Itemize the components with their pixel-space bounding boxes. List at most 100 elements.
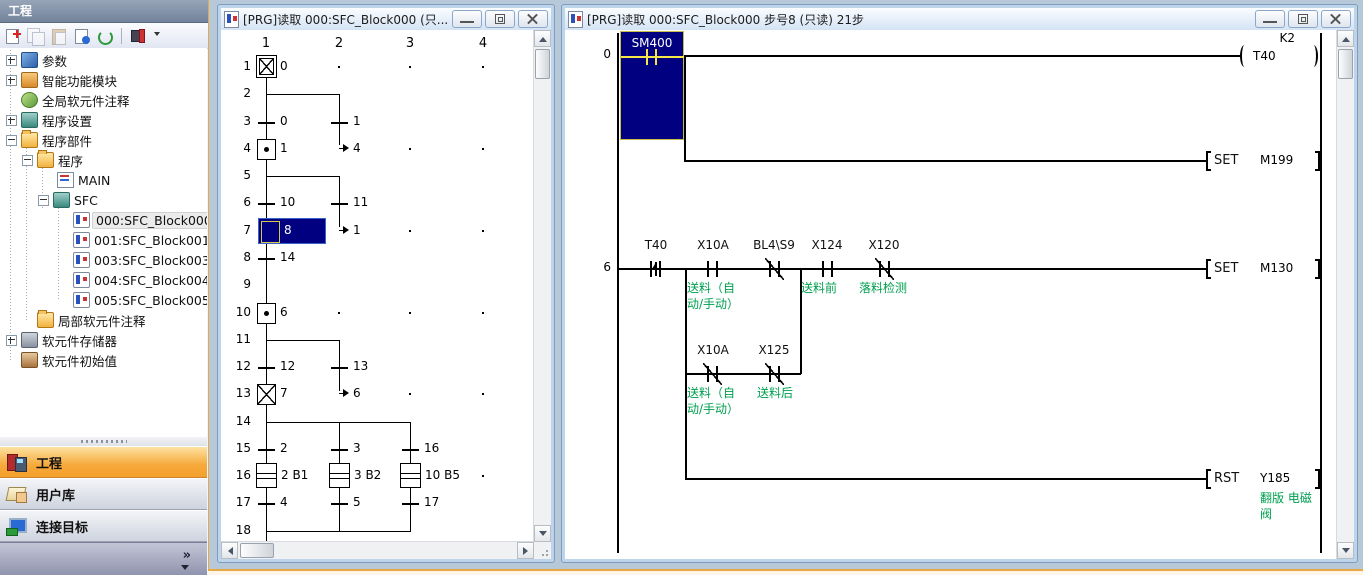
sfc-reset-step[interactable]	[257, 384, 276, 405]
horizontal-scrollbar[interactable]	[221, 541, 534, 559]
scroll-down-button[interactable]	[1337, 542, 1354, 559]
left-bus-wire	[617, 33, 619, 553]
sfc-transition[interactable]	[331, 367, 348, 369]
sfc-jump-arrow-icon[interactable]	[343, 144, 353, 152]
resize-grip[interactable]	[534, 542, 551, 559]
paste-icon[interactable]	[50, 28, 67, 44]
tree-item-main[interactable]: MAIN	[0, 170, 110, 190]
restore-button[interactable]	[485, 10, 515, 28]
nav-project-button[interactable]: 工程	[0, 446, 207, 478]
refresh-icon[interactable]	[96, 28, 113, 44]
coil-symbol[interactable]	[1240, 45, 1249, 67]
nc-contact-symbol[interactable]	[769, 261, 780, 277]
sfc-transition[interactable]	[331, 449, 348, 451]
sfc-transition[interactable]	[331, 122, 348, 124]
instruction-op[interactable]: SET	[1214, 153, 1238, 168]
scroll-up-button[interactable]	[1337, 30, 1354, 47]
collapse-icon[interactable]	[6, 135, 17, 146]
tree-item-local-device-comment[interactable]: 局部软元件注释	[0, 310, 146, 330]
tree-item-sfc-block003[interactable]: 003:SFC_Block003	[0, 250, 207, 270]
sfc-transition[interactable]	[331, 503, 348, 505]
data-info-icon[interactable]	[73, 28, 90, 44]
tree-item-intelligent-module[interactable]: 智能功能模块	[0, 70, 117, 90]
collapse-icon[interactable]	[38, 195, 49, 206]
sfc-selected-step[interactable]: 8	[258, 218, 326, 244]
more-buttons-chevron[interactable]: »	[183, 548, 191, 563]
scroll-left-button[interactable]	[221, 542, 238, 559]
tree-item-sfc-block001[interactable]: 001:SFC_Block001	[0, 230, 207, 250]
nc-contact-symbol[interactable]	[769, 366, 780, 382]
tree-item-parameter[interactable]: 参数	[0, 50, 67, 70]
sfc-transition[interactable]	[258, 449, 275, 451]
ladder-editor[interactable]: 0 SM400 K2 T40 SET M199 6 T40 X1	[565, 30, 1354, 559]
instruction-op[interactable]: SET	[1214, 261, 1238, 276]
tree-item-sfc[interactable]: SFC	[0, 190, 98, 210]
tree-item-sfc-block004[interactable]: 004:SFC_Block004	[0, 270, 207, 290]
nc-contact-symbol[interactable]	[879, 261, 890, 277]
expander-icon[interactable]	[6, 335, 17, 346]
tree-item-sfc-block005[interactable]: 005:SFC_Block005	[0, 290, 207, 310]
ladder-window-titlebar[interactable]: [PRG]读取 000:SFC_Block000 步号8 (只读) 21步	[565, 8, 1354, 31]
tree-item-pou[interactable]: 程序部件	[0, 130, 92, 150]
sfc-step[interactable]	[257, 139, 276, 160]
sfc-transition[interactable]	[258, 367, 275, 369]
sfc-transition[interactable]	[258, 258, 275, 260]
scroll-thumb[interactable]	[240, 543, 274, 558]
collapse-icon[interactable]	[22, 155, 33, 166]
tree-item-program[interactable]: 程序	[0, 150, 83, 170]
sfc-transition[interactable]	[258, 503, 275, 505]
expander-icon[interactable]	[6, 55, 17, 66]
tree-item-device-memory[interactable]: 软元件存储器	[0, 330, 117, 350]
splitter-handle[interactable]	[0, 437, 207, 446]
sfc-block-step[interactable]	[256, 463, 277, 488]
ladder-selected-cell[interactable]: SM400	[620, 31, 684, 140]
close-button[interactable]	[1321, 10, 1351, 28]
close-button[interactable]	[518, 10, 548, 28]
minimize-button[interactable]	[1255, 10, 1285, 28]
expander-icon[interactable]	[6, 115, 17, 126]
sfc-window-titlebar[interactable]: [PRG]读取 000:SFC_Block000 (只...	[221, 8, 551, 31]
sfc-step[interactable]	[257, 303, 276, 324]
sfc-transition[interactable]	[331, 203, 348, 205]
vertical-scrollbar[interactable]	[533, 30, 551, 542]
copy-icon[interactable]	[27, 28, 44, 44]
instruction-op[interactable]: RST	[1214, 471, 1239, 486]
nav-user-library-button[interactable]: 用户库	[0, 478, 207, 510]
no-contact-symbol[interactable]	[822, 261, 833, 277]
sfc-transition[interactable]	[402, 449, 419, 451]
nav-connection-button[interactable]: 连接目标	[0, 510, 207, 542]
sfc-transition[interactable]	[402, 503, 419, 505]
tree-item-program-setting[interactable]: 程序设置	[0, 110, 92, 130]
no-contact-symbol[interactable]	[707, 261, 718, 277]
scroll-right-button[interactable]	[517, 542, 534, 559]
toolbar-dropdown-icon[interactable]	[154, 32, 160, 39]
restore-button[interactable]	[1288, 10, 1318, 28]
scroll-down-button[interactable]	[534, 525, 551, 542]
sfc-row-number: 7	[229, 223, 251, 237]
sfc-editor[interactable]: 1 2 3 4 1 2 3 4 5 6 7 8 9 10 11 12 13 14…	[221, 30, 551, 559]
tree-item-sfc-block000[interactable]: 000:SFC_Block000	[0, 210, 207, 230]
sfc-transition[interactable]	[258, 203, 275, 205]
tree-item-global-device-comment[interactable]: 全局软元件注释	[0, 90, 130, 110]
sfc-transition[interactable]	[258, 122, 275, 124]
options-dropdown-icon[interactable]	[181, 565, 189, 574]
nc-contact-symbol[interactable]	[707, 366, 718, 382]
sfc-window-title: [PRG]读取 000:SFC_Block000 (只...	[243, 11, 449, 28]
vertical-scrollbar[interactable]	[1336, 30, 1354, 559]
sfc-jump-arrow-icon[interactable]	[343, 389, 353, 397]
dock-panel-title[interactable]: 工程	[0, 0, 208, 23]
scroll-thumb[interactable]	[1338, 49, 1353, 79]
new-data-icon[interactable]	[4, 28, 21, 44]
coil-symbol[interactable]	[1309, 45, 1318, 67]
expander-icon[interactable]	[6, 75, 17, 86]
rising-contact-symbol[interactable]	[650, 261, 661, 277]
scroll-thumb[interactable]	[535, 49, 550, 79]
sfc-jump-arrow-icon[interactable]	[343, 226, 353, 234]
minimize-button[interactable]	[452, 10, 482, 28]
tree-item-device-initial-value[interactable]: 软元件初始值	[0, 350, 117, 370]
sfc-block-step[interactable]	[329, 463, 350, 488]
sfc-block-step[interactable]	[400, 463, 421, 488]
sfc-initial-step[interactable]	[256, 55, 277, 78]
device-display-icon[interactable]	[130, 28, 147, 44]
scroll-up-button[interactable]	[534, 30, 551, 47]
